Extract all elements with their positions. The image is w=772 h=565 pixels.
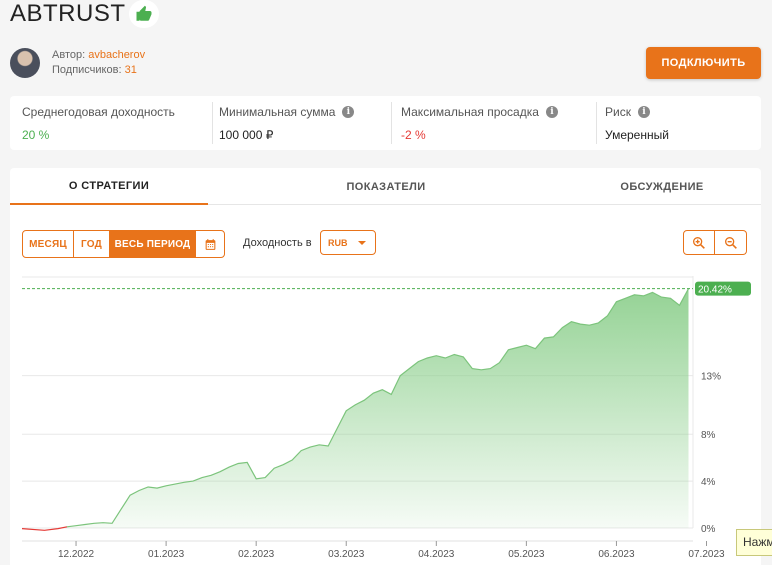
tab-indicators[interactable]: ПОКАЗАТЕЛИ: [286, 168, 486, 205]
author-info: Автор: avbacherov Подписчиков: 31: [52, 48, 145, 78]
return-chart[interactable]: 0% 4% 8% 13% 20.42% 12.2022 01.2023 02.2023 03.2…: [10, 268, 761, 565]
zoom-in-button[interactable]: [683, 230, 715, 255]
period-all-button[interactable]: ВЕСЬ ПЕРИОД: [110, 231, 196, 257]
y-tick-label: 0%: [701, 524, 716, 535]
x-tick-label: 03.2023: [328, 549, 365, 560]
series-line-negative: [21, 526, 68, 531]
strategy-card: О СТРАТЕГИИ ПОКАЗАТЕЛИ ОБСУЖДЕНИЕ МЕСЯЦ …: [10, 168, 761, 565]
tab-bar: О СТРАТЕГИИ ПОКАЗАТЕЛИ ОБСУЖДЕНИЕ: [10, 168, 761, 205]
zoom-out-button[interactable]: [715, 230, 747, 255]
zoom-in-icon: [693, 236, 705, 249]
max-drawdown-value: -2 %: [401, 128, 426, 142]
info-icon[interactable]: i: [637, 106, 650, 118]
author-link[interactable]: avbacherov: [88, 49, 145, 61]
author-avatar[interactable]: [10, 48, 40, 78]
x-tick-label: 05.2023: [508, 549, 545, 560]
currency-select[interactable]: RUB: [320, 230, 376, 255]
currency-value: RUB: [328, 237, 348, 248]
x-tick-label: 12.2022: [58, 549, 95, 560]
y-tick-label: 8%: [701, 430, 716, 441]
x-tick-label: 06.2023: [598, 549, 635, 560]
x-tick-label: 04.2023: [418, 549, 455, 560]
x-tick-label: 02.2023: [238, 549, 275, 560]
risk-label: Риск: [605, 105, 631, 119]
min-amount-label: Минимальная сумма: [219, 105, 336, 119]
annual-return-label: Среднегодовая доходность: [22, 105, 175, 119]
risk-value: Умеренный: [605, 128, 669, 142]
tooltip: Нажм: [736, 529, 772, 556]
x-tick-label: 01.2023: [148, 549, 185, 560]
x-tick-label: 07.2023: [688, 549, 725, 560]
calendar-icon: [205, 238, 215, 250]
thumbs-up-icon: [136, 5, 152, 21]
chevron-down-icon: [357, 240, 366, 245]
y-tick-label: 4%: [701, 477, 716, 488]
stats-panel: Среднегодовая доходность 20 % Минимальна…: [10, 96, 761, 150]
subscribers-count: 31: [124, 64, 137, 76]
current-value-label: 20.42%: [698, 285, 732, 296]
tab-discussion[interactable]: ОБСУЖДЕНИЕ: [562, 168, 761, 205]
currency-label: Доходность в: [243, 237, 312, 249]
y-tick-label: 13%: [701, 372, 721, 383]
stat-max-drawdown: Максимальная просадка i -2 %: [401, 96, 558, 150]
author-label: Автор:: [52, 49, 86, 61]
stat-risk: Риск i Умеренный: [605, 96, 669, 150]
tab-about[interactable]: О СТРАТЕГИИ: [10, 168, 208, 205]
calendar-button[interactable]: [196, 231, 224, 257]
min-amount-value: 100 000 ₽: [219, 128, 274, 142]
stat-annual-return: Среднегодовая доходность 20 %: [22, 96, 175, 150]
max-drawdown-label: Максимальная просадка: [401, 105, 539, 119]
period-month-button[interactable]: МЕСЯЦ: [23, 231, 74, 257]
info-icon[interactable]: i: [342, 106, 355, 118]
annual-return-value: 20 %: [22, 128, 50, 142]
stat-min-amount: Минимальная сумма i 100 000 ₽: [219, 96, 355, 150]
zoom-out-icon: [724, 236, 737, 249]
subscribers-label: Подписчиков:: [52, 64, 122, 76]
strategy-title: ABTRUST: [10, 0, 126, 27]
connect-button[interactable]: ПОДКЛЮЧИТЬ: [646, 47, 761, 79]
period-selector: МЕСЯЦ ГОД ВЕСЬ ПЕРИОД: [22, 230, 225, 258]
period-year-button[interactable]: ГОД: [74, 231, 110, 257]
info-icon[interactable]: i: [545, 106, 558, 118]
like-button[interactable]: [129, 0, 159, 28]
